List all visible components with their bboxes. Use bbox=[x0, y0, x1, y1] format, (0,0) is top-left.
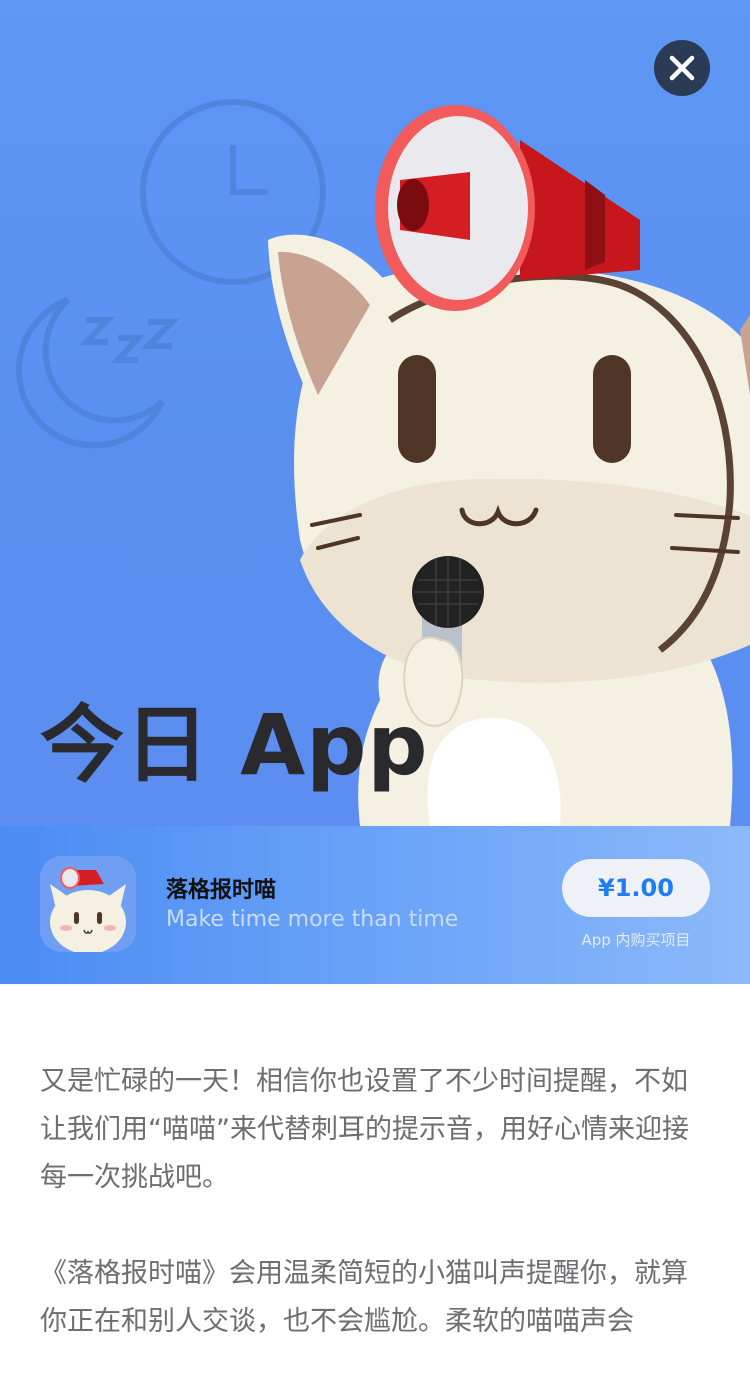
hero-banner: 今日 App bbox=[0, 0, 750, 826]
app-info-bar[interactable]: 落格报时喵 Make time more than time ¥1.00 App… bbox=[0, 826, 750, 984]
cat-megaphone-app-icon bbox=[40, 856, 136, 952]
app-name[interactable]: 落格报时喵 bbox=[166, 872, 276, 904]
page-title: 今日 App bbox=[40, 696, 429, 794]
in-app-purchase-note: App 内购买项目 bbox=[581, 931, 691, 949]
app-subtitle: Make time more than time bbox=[166, 907, 459, 932]
article-paragraph: 又是忙碌的一天！相信你也设置了不少时间提醒，不如让我们用“喵喵”来代替刺耳的提示… bbox=[40, 1066, 689, 1193]
close-icon bbox=[669, 55, 695, 81]
price-button[interactable]: ¥1.00 bbox=[562, 859, 710, 917]
close-button[interactable] bbox=[654, 40, 710, 96]
article-body: 又是忙碌的一天！相信你也设置了不少时间提醒，不如让我们用“喵喵”来代替刺耳的提示… bbox=[40, 1058, 710, 1394]
moon-sleep-icon bbox=[16, 297, 180, 449]
article-paragraph: 《落格报时喵》会用温柔简短的小猫叫声提醒你，就算你正在和别人交谈，也不会尴尬。柔… bbox=[40, 1258, 688, 1337]
app-icon[interactable] bbox=[40, 856, 136, 952]
